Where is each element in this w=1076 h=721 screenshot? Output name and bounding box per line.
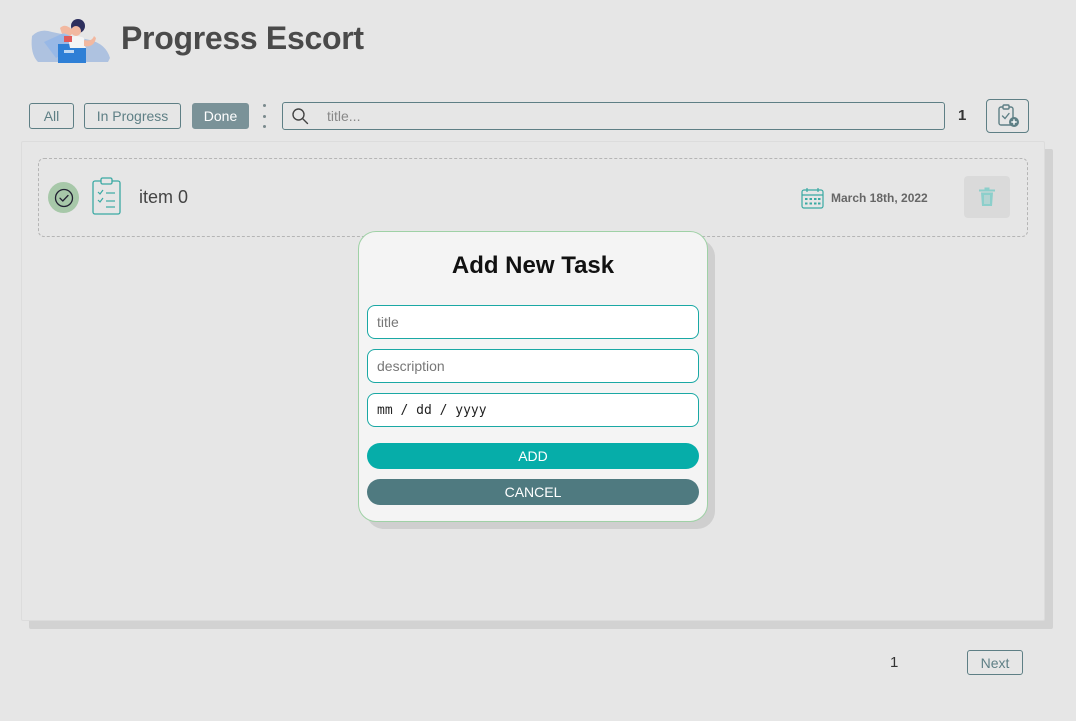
- filter-all-button[interactable]: All: [29, 103, 74, 129]
- search-icon: [292, 108, 309, 125]
- task-date: March 18th, 2022: [831, 191, 928, 205]
- add-task-button[interactable]: [986, 99, 1029, 133]
- task-description-field[interactable]: [367, 349, 699, 383]
- task-title-field[interactable]: [367, 305, 699, 339]
- cancel-button[interactable]: CANCEL: [367, 479, 699, 505]
- add-task-modal: Add New Task mm / dd / yyyy ADD CANCEL: [358, 231, 708, 522]
- add-button[interactable]: ADD: [367, 443, 699, 469]
- kebab-dot: [262, 114, 266, 118]
- kebab-menu-icon[interactable]: [259, 102, 269, 130]
- delete-task-button[interactable]: [964, 176, 1010, 218]
- task-count: 1: [958, 107, 967, 124]
- trash-icon: [979, 187, 995, 206]
- app-title: Progress Escort: [121, 20, 364, 56]
- task-date-field[interactable]: mm / dd / yyyy: [367, 393, 699, 427]
- search-input[interactable]: [327, 103, 927, 129]
- calendar-icon: [801, 188, 824, 209]
- clipboard-add-icon: [997, 104, 1019, 127]
- clipboard-icon: [92, 177, 121, 215]
- kebab-dot: [262, 125, 266, 128]
- date-placeholder: mm / dd / yyyy: [377, 402, 487, 418]
- filter-done-button[interactable]: Done: [192, 103, 249, 129]
- page-number[interactable]: 1: [890, 654, 898, 671]
- app-logo: [30, 14, 112, 66]
- task-row[interactable]: item 0 March 18th, 2022: [38, 158, 1028, 237]
- task-title: item 0: [139, 187, 189, 207]
- person-with-laptop-illustration: [31, 19, 111, 63]
- filter-in-progress-button[interactable]: In Progress: [84, 103, 181, 129]
- kebab-dot: [262, 104, 266, 107]
- next-page-button[interactable]: Next: [967, 650, 1023, 675]
- search-bar: [282, 102, 945, 130]
- modal-title: Add New Task: [451, 252, 615, 279]
- check-circle-icon[interactable]: [48, 182, 79, 213]
